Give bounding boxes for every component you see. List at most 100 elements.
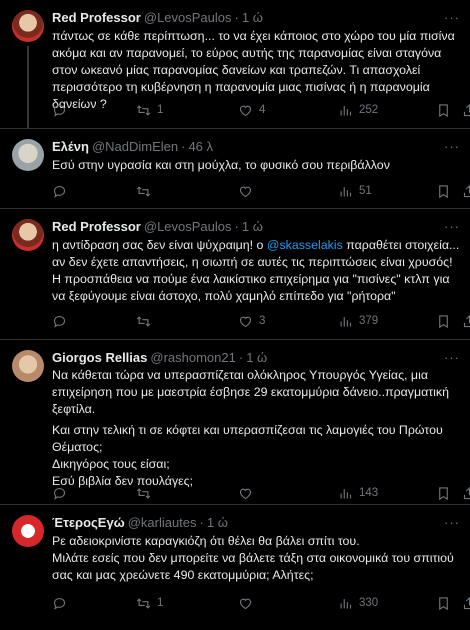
more-icon[interactable]: ··· <box>444 9 460 27</box>
bookmark-button[interactable] <box>436 312 451 330</box>
thread-line <box>27 46 29 129</box>
avatar[interactable] <box>12 219 44 251</box>
share-button[interactable] <box>462 594 470 612</box>
more-icon[interactable]: ··· <box>444 514 460 532</box>
reply-icon <box>53 104 66 117</box>
handle[interactable]: @rashomon21 <box>150 350 235 365</box>
tweet[interactable]: Giorgos Rellias @rashomon21 · 1 ώ ··· Να κά… <box>0 340 470 505</box>
tweet[interactable]: Red Professor @LevosPaulos · 1 ώ ··· πάντως… <box>0 0 470 129</box>
retweet-icon <box>136 104 151 116</box>
like-button[interactable] <box>238 182 259 200</box>
separator: · <box>199 515 204 530</box>
tweet-text: Να κάθεται τώρα να υπερασπίζεται ολόκληρ… <box>52 367 460 490</box>
display-name[interactable]: Ελένη <box>52 139 89 154</box>
retweet-icon <box>136 315 151 327</box>
share-icon <box>463 184 470 197</box>
retweet-button[interactable]: 1 <box>136 594 163 612</box>
like-count: 4 <box>259 104 266 116</box>
timestamp[interactable]: 1 ώ <box>246 350 267 365</box>
mention-link[interactable]: @skasselakis <box>267 238 343 252</box>
retweet-count: 1 <box>157 597 164 609</box>
bookmark-icon <box>439 184 448 198</box>
share-icon <box>463 314 470 327</box>
tweet[interactable]: Red Professor @LevosPaulos · 1 ώ ··· η αντί… <box>0 209 470 340</box>
bookmark-button[interactable] <box>436 182 451 200</box>
bookmark-button[interactable] <box>436 101 451 119</box>
views-button[interactable]: 379 <box>338 312 378 330</box>
avatar[interactable] <box>12 515 44 547</box>
bookmark-icon <box>439 314 448 328</box>
tweet[interactable]: ΈτεροςΕγώ @karliautes · 1 ώ ··· Ρε αδειοκρι… <box>0 505 470 630</box>
tweet-paragraph: Να κάθεται τώρα να υπερασπίζεται ολόκληρ… <box>52 368 450 416</box>
retweet-button[interactable] <box>136 312 157 330</box>
like-button[interactable] <box>238 594 259 612</box>
action-bar: 1 4 252 <box>52 101 470 119</box>
retweet-button[interactable] <box>136 484 157 502</box>
action-bar: 1 330 <box>52 594 470 612</box>
more-icon[interactable]: ··· <box>444 138 460 156</box>
retweet-button[interactable]: 1 <box>136 101 163 119</box>
like-icon <box>239 105 252 116</box>
separator: · <box>234 10 239 25</box>
avatar[interactable] <box>12 139 44 171</box>
bookmark-icon <box>439 596 448 610</box>
display-name[interactable]: ΈτεροςΕγώ <box>52 515 125 530</box>
tweet-text: Εσύ στην υγρασία και στη μούχλα, το φυσι… <box>52 158 390 172</box>
views-count: 379 <box>359 315 379 327</box>
more-icon[interactable]: ··· <box>444 349 460 367</box>
reply-button[interactable] <box>52 182 73 200</box>
views-count: 330 <box>359 597 379 609</box>
bookmark-button[interactable] <box>436 484 451 502</box>
bookmark-icon <box>439 486 448 500</box>
like-icon <box>239 186 252 197</box>
views-icon <box>340 186 352 196</box>
bookmark-button[interactable] <box>436 594 451 612</box>
retweet-button[interactable] <box>136 182 157 200</box>
views-count: 51 <box>359 185 372 197</box>
views-button[interactable]: 330 <box>338 594 378 612</box>
share-button[interactable] <box>462 312 470 330</box>
separator: · <box>181 139 186 154</box>
action-bar: 143 <box>52 484 470 502</box>
share-icon <box>463 103 470 116</box>
reply-button[interactable] <box>52 484 73 502</box>
tweet-paragraph: Δικηγόρος τους είσαι; <box>52 457 170 471</box>
display-name[interactable]: Red Professor <box>52 10 141 25</box>
avatar[interactable] <box>12 350 44 382</box>
like-button[interactable]: 3 <box>238 312 265 330</box>
display-name[interactable]: Red Professor <box>52 219 141 234</box>
views-button[interactable]: 51 <box>338 182 372 200</box>
display-name[interactable]: Giorgos Rellias <box>52 350 147 365</box>
handle[interactable]: @LevosPaulos <box>144 219 232 234</box>
reply-icon <box>53 185 66 198</box>
reply-button[interactable] <box>52 312 73 330</box>
avatar[interactable] <box>12 10 44 42</box>
like-button[interactable] <box>238 484 259 502</box>
views-button[interactable]: 143 <box>338 484 378 502</box>
reply-button[interactable] <box>52 594 73 612</box>
handle[interactable]: @LevosPaulos <box>144 10 232 25</box>
tweet-text: Ρε αδειοκρινίστε καραγκιόζη ότι θέλει θα… <box>52 533 460 584</box>
reply-button[interactable] <box>52 101 73 119</box>
timestamp[interactable]: 1 ώ <box>207 515 228 530</box>
tweet[interactable]: Ελένη @NadDimElen · 46 λ ··· Εσύ στην υγρασ… <box>0 129 470 209</box>
share-button[interactable] <box>462 182 470 200</box>
timestamp[interactable]: 1 ώ <box>242 10 263 25</box>
handle[interactable]: @karliautes <box>128 515 197 530</box>
bookmark-icon <box>439 103 448 117</box>
timestamp[interactable]: 1 ώ <box>242 219 263 234</box>
views-icon <box>340 316 352 326</box>
timestamp[interactable]: 46 λ <box>188 139 213 154</box>
reply-icon <box>53 315 66 328</box>
share-button[interactable] <box>462 484 470 502</box>
share-icon <box>463 596 470 609</box>
reply-icon <box>53 597 66 610</box>
like-button[interactable]: 4 <box>238 101 265 119</box>
handle[interactable]: @NadDimElen <box>92 139 178 154</box>
share-button[interactable] <box>462 101 470 119</box>
tweet-header: Red Professor @LevosPaulos · 1 ώ <box>52 218 263 236</box>
retweet-icon <box>136 185 151 197</box>
views-button[interactable]: 252 <box>338 101 378 119</box>
more-icon[interactable]: ··· <box>444 218 460 236</box>
like-count: 3 <box>259 315 266 327</box>
